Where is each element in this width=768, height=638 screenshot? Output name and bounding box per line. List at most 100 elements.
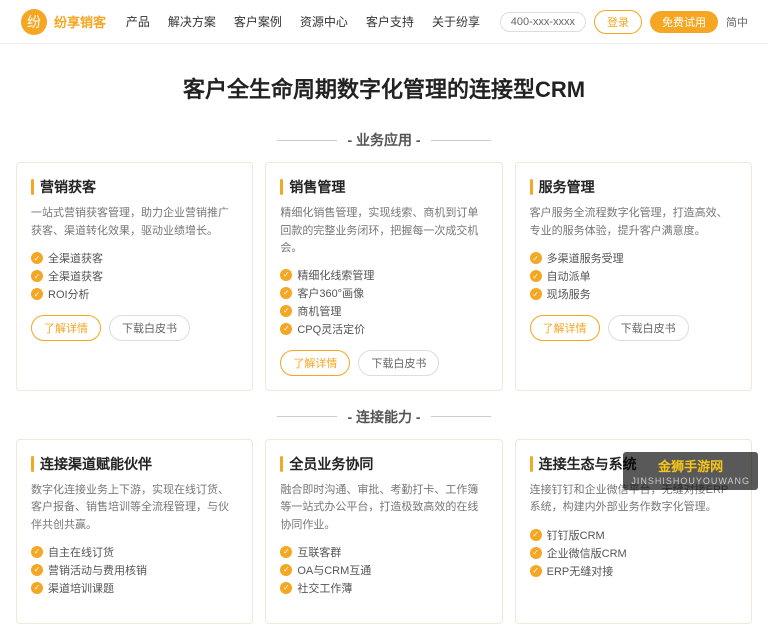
feature-item: ✓ 现场服务 [530,285,737,303]
svg-text:纷: 纷 [27,14,41,30]
watermark-main: 金狮手游网 [658,456,723,475]
section-line2-right [431,416,491,417]
check-icon: ✓ [31,564,43,576]
section-line-left [277,140,337,141]
check-icon: ✓ [280,564,292,576]
check-icon: ✓ [530,288,542,300]
feature-text: ERP无缝对接 [547,563,614,579]
card-features: ✓ 精细化线索管理 ✓ 客户360°画像 ✓ 商机管理 ✓ CPQ灵活定价 [280,266,487,338]
card-accent [280,456,283,472]
check-icon: ✓ [280,305,292,317]
card-accent [530,456,533,472]
detail-button[interactable]: 了解详情 [280,350,350,376]
check-icon: ✓ [280,269,292,281]
feature-text: 多渠道服务受理 [547,250,624,266]
check-icon: ✓ [31,270,43,282]
check-icon: ✓ [280,582,292,594]
card-header: 销售管理 [280,177,487,197]
feature-item: ✓ 互联客群 [280,543,487,561]
watermark: 金狮手游网 JINSHISHOUYOUWANG [623,452,758,490]
whitepaper-button[interactable]: 下载白皮书 [358,350,439,376]
card-2: 服务管理 客户服务全流程数字化管理，打造高效、专业的服务体验，提升客户满意度。 … [515,162,752,391]
feature-item: ✓ ERP无缝对接 [530,562,737,580]
card-features: ✓ 多渠道服务受理 ✓ 自动派单 ✓ 现场服务 [530,249,737,303]
feature-item: ✓ 自动派单 [530,267,737,285]
feature-text: 互联客群 [297,544,341,560]
feature-item: ✓ 企业微信版CRM [530,544,737,562]
detail-button[interactable]: 了解详情 [530,315,600,341]
feature-text: 全渠道获客 [48,250,103,266]
card-actions: 了解详情 下载白皮书 [31,315,238,341]
feature-item: ✓ 多渠道服务受理 [530,249,737,267]
feature-text: ROI分析 [48,286,90,302]
main-nav: 产品 解决方案 客户案例 资源中心 客户支持 关于纷享 [126,13,480,30]
feature-item: ✓ 精细化线索管理 [280,266,487,284]
card-desc: 客户服务全流程数字化管理，打造高效、专业的服务体验，提升客户满意度。 [530,205,737,241]
section-biz-title-wrap: - 业务应用 - [0,130,768,150]
card-title: 服务管理 [539,177,595,197]
check-icon: ✓ [31,582,43,594]
feature-text: 商机管理 [297,303,341,319]
section-biz-title: - 业务应用 - [347,130,420,150]
card-header: 连接渠道赋能伙伴 [31,454,238,474]
feature-item: ✓ 社交工作薄 [280,579,487,597]
nav-about[interactable]: 关于纷享 [432,13,480,30]
check-icon: ✓ [530,547,542,559]
feature-item: ✓ 全渠道获客 [31,267,238,285]
feature-text: 自主在线订货 [48,544,114,560]
card-0: 营销获客 一站式营销获客管理，助力企业营销推广获客、渠道转化效果，驱动业绩增长。… [16,162,253,391]
feature-item: ✓ 自主在线订货 [31,543,238,561]
nav-resources[interactable]: 资源中心 [300,13,348,30]
nav-cases[interactable]: 客户案例 [234,13,282,30]
feature-text: 精细化线索管理 [297,267,374,283]
nav-support[interactable]: 客户支持 [366,13,414,30]
card-accent [530,179,533,195]
feature-item: ✓ 商机管理 [280,302,487,320]
section-line-right [431,140,491,141]
card-accent [280,179,283,195]
section-connect-title: - 连接能力 - [347,407,420,427]
feature-item: ✓ ROI分析 [31,285,238,303]
trial-button[interactable]: 免费试用 [650,11,718,33]
nav-solution[interactable]: 解决方案 [168,13,216,30]
card-actions: 了解详情 下载白皮书 [280,350,487,376]
biz-cards-grid: 营销获客 一站式营销获客管理，助力企业营销推广获客、渠道转化效果，驱动业绩增长。… [0,162,768,391]
card-title: 营销获客 [40,177,96,197]
check-icon: ✓ [280,287,292,299]
login-button[interactable]: 登录 [594,10,642,34]
card-features: ✓ 互联客群 ✓ OA与CRM互通 ✓ 社交工作薄 [280,543,487,597]
card-0: 连接渠道赋能伙伴 数字化连接业务上下游，实现在线订货、客户报备、销售培训等全流程… [16,439,253,624]
hero-title: 客户全生命周期数字化管理的连接型CRM [20,72,748,104]
feature-text: 现场服务 [547,286,591,302]
check-icon: ✓ [280,546,292,558]
lang-button[interactable]: 简中 [726,14,748,30]
card-title: 连接生态与系统 [539,454,637,474]
card-1: 销售管理 精细化销售管理，实现线索、商机到订单回款的完整业务闭环，把握每一次成交… [265,162,502,391]
card-header: 营销获客 [31,177,238,197]
feature-text: 渠道培训课题 [48,580,114,596]
feature-item: ✓ 全渠道获客 [31,249,238,267]
card-features: ✓ 自主在线订货 ✓ 营销活动与费用核销 ✓ 渠道培训课题 [31,543,238,597]
nav-product[interactable]: 产品 [126,13,150,30]
card-desc: 一站式营销获客管理，助力企业营销推广获客、渠道转化效果，驱动业绩增长。 [31,205,238,241]
card-header: 全员业务协同 [280,454,487,474]
check-icon: ✓ [530,529,542,541]
feature-text: 钉钉版CRM [547,527,605,543]
feature-item: ✓ OA与CRM互通 [280,561,487,579]
phone-button[interactable]: 400-xxx-xxxx [500,12,586,32]
card-actions: 了解详情 下载白皮书 [530,315,737,341]
card-accent [31,456,34,472]
logo[interactable]: 纷 纷享销客 [20,8,106,36]
card-accent [31,179,34,195]
detail-button[interactable]: 了解详情 [31,315,101,341]
feature-item: ✓ 客户360°画像 [280,284,487,302]
feature-text: 营销活动与费用核销 [48,562,147,578]
card-desc: 数字化连接业务上下游，实现在线订货、客户报备、销售培训等全流程管理，与伙伴共创共… [31,482,238,535]
whitepaper-button[interactable]: 下载白皮书 [109,315,190,341]
whitepaper-button[interactable]: 下载白皮书 [608,315,689,341]
card-1: 全员业务协同 融合即时沟通、审批、考勤打卡、工作簿等一站式办公平台，打造极致高效… [265,439,502,624]
card-header: 服务管理 [530,177,737,197]
feature-text: 企业微信版CRM [547,545,627,561]
hero-section: 客户全生命周期数字化管理的连接型CRM [0,44,768,114]
card-features: ✓ 钉钉版CRM ✓ 企业微信版CRM ✓ ERP无缝对接 [530,526,737,580]
